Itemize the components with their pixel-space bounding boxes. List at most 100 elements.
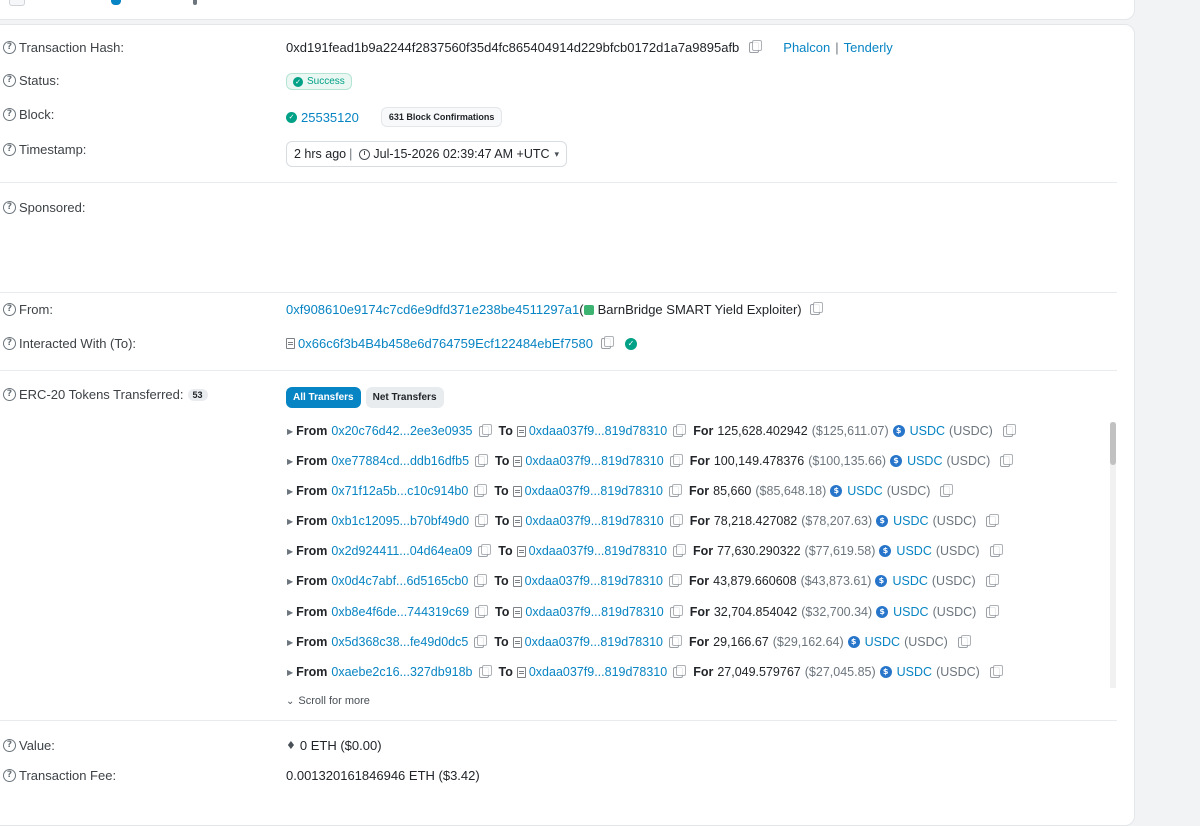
help-icon[interactable]: ?	[3, 201, 16, 214]
copy-icon[interactable]	[809, 302, 823, 315]
transfer-from-link[interactable]: 0xe77884cd...ddb16dfb5	[331, 454, 469, 468]
token-link[interactable]: USDC	[897, 665, 932, 679]
transfer-row: ▶ From 0xaebe2c16...327db918b To 0xdaa037f9.…	[287, 664, 1006, 679]
help-icon[interactable]: ?	[3, 108, 16, 121]
tab-all-transfers[interactable]: All Transfers	[286, 387, 361, 408]
copy-icon[interactable]	[669, 453, 683, 467]
expand-caret-icon[interactable]: ▶	[287, 668, 293, 677]
contract-file-icon	[516, 425, 526, 437]
copy-icon[interactable]	[673, 423, 687, 437]
copy-icon[interactable]	[478, 664, 492, 678]
tx-hash-value[interactable]: 0xd191fead1b9a2244f2837560f35d4fc8654049…	[286, 40, 739, 55]
transfer-to-link[interactable]: 0xdaa037f9...819d78310	[525, 605, 663, 619]
transfer-to-link[interactable]: 0xdaa037f9...819d78310	[525, 514, 663, 528]
tenderly-link[interactable]: Tenderly	[844, 40, 893, 55]
copy-icon[interactable]	[669, 634, 682, 648]
token-link[interactable]: USDC	[847, 484, 882, 498]
phalcon-link[interactable]: Phalcon	[783, 40, 830, 55]
status-value-wrap: ✓ Success	[286, 73, 352, 90]
copy-icon[interactable]	[474, 573, 488, 587]
copy-icon[interactable]	[478, 543, 492, 557]
transfer-to-link[interactable]: 0xdaa037f9...819d78310	[525, 574, 663, 588]
token-symbol: (USDC)	[949, 424, 993, 438]
expand-caret-icon[interactable]: ▶	[287, 427, 293, 436]
transfer-from-link[interactable]: 0xaebe2c16...327db918b	[331, 665, 472, 679]
copy-icon[interactable]	[474, 634, 488, 648]
copy-icon[interactable]	[986, 513, 1000, 527]
token-link[interactable]: USDC	[865, 635, 900, 649]
block-label: Block:	[19, 107, 55, 122]
expand-caret-icon[interactable]: ▶	[287, 487, 293, 496]
transfer-from-link[interactable]: 0x2d924411...04d64ea09	[331, 544, 472, 558]
copy-icon[interactable]	[669, 483, 682, 497]
expand-caret-icon[interactable]: ▶	[287, 457, 293, 466]
transfer-usd: ($43,873.61)	[800, 574, 872, 588]
copy-icon[interactable]	[669, 573, 682, 587]
copy-icon[interactable]	[669, 513, 683, 527]
copy-icon[interactable]	[600, 336, 614, 349]
transfer-to-link[interactable]: 0xdaa037f9...819d78310	[525, 454, 663, 468]
copy-icon[interactable]	[475, 513, 489, 527]
copy-icon[interactable]	[940, 483, 954, 497]
help-icon[interactable]: ?	[3, 739, 16, 752]
help-icon[interactable]: ?	[3, 41, 16, 54]
divider	[0, 292, 1117, 293]
to-word: To	[494, 635, 509, 649]
help-icon[interactable]: ?	[3, 74, 16, 87]
token-link[interactable]: USDC	[896, 544, 931, 558]
transfer-from-link[interactable]: 0x20c76d42...2ee3e0935	[331, 424, 472, 438]
copy-icon[interactable]	[672, 543, 686, 557]
token-link[interactable]: USDC	[893, 514, 928, 528]
copy-icon[interactable]	[475, 604, 489, 618]
transfer-from-link[interactable]: 0xb8e4f6de...744319c69	[331, 605, 469, 619]
copy-icon[interactable]	[1000, 453, 1014, 467]
copy-icon[interactable]	[478, 423, 492, 437]
copy-icon[interactable]	[986, 604, 1000, 618]
block-number-link[interactable]: 25535120	[301, 110, 359, 125]
copy-icon[interactable]	[673, 664, 687, 678]
copy-icon[interactable]	[475, 453, 489, 467]
copy-icon[interactable]	[957, 634, 971, 648]
help-icon[interactable]: ?	[3, 337, 16, 350]
timestamp-dropdown[interactable]: 2 hrs ago | Jul-15-2026 02:39:47 AM +UTC…	[286, 141, 568, 167]
copy-icon[interactable]	[474, 483, 488, 497]
scrollbar-thumb[interactable]	[1110, 422, 1116, 465]
transfer-to-link[interactable]: 0xdaa037f9...819d78310	[529, 424, 667, 438]
scroll-more-hint[interactable]: ⌄ Scroll for more	[286, 691, 370, 711]
timestamp-ago: 2 hrs ago	[294, 147, 347, 161]
expand-caret-icon[interactable]: ▶	[287, 517, 293, 526]
transfer-to-link[interactable]: 0xdaa037f9...819d78310	[529, 665, 667, 679]
help-icon[interactable]: ?	[3, 303, 16, 316]
copy-icon[interactable]	[1002, 423, 1016, 437]
tab-net-transfers[interactable]: Net Transfers	[365, 387, 444, 408]
expand-caret-icon[interactable]: ▶	[287, 547, 293, 556]
copy-icon[interactable]	[749, 40, 763, 53]
transfer-from-link[interactable]: 0x5d368c38...fe49d0dc5	[331, 635, 468, 649]
expand-caret-icon[interactable]: ▶	[287, 577, 293, 586]
expand-caret-icon[interactable]: ▶	[287, 608, 293, 617]
help-icon[interactable]: ?	[3, 143, 16, 156]
transfer-from-link[interactable]: 0xb1c12095...b70bf49d0	[331, 514, 469, 528]
to-address-link[interactable]: 0x66c6f3b4B4b458e6d764759Ecf122484ebEf75…	[298, 336, 593, 351]
token-link[interactable]: USDC	[893, 605, 928, 619]
expand-caret-icon[interactable]: ▶	[287, 638, 293, 647]
token-link[interactable]: USDC	[892, 574, 927, 588]
link-separator: |	[835, 40, 839, 55]
token-link[interactable]: USDC	[910, 424, 945, 438]
interacted-label: Interacted With (To):	[19, 336, 137, 351]
copy-icon[interactable]	[669, 604, 683, 618]
transfers-scrollbar[interactable]	[1110, 422, 1116, 688]
from-address-link[interactable]: 0xf908610e9174c7cd6e9dfd371e238be4511297…	[286, 302, 579, 317]
transfer-from-link[interactable]: 0x0d4c7abf...6d5165cb0	[331, 574, 468, 588]
usdc-token-icon: $	[847, 636, 860, 648]
token-link[interactable]: USDC	[907, 454, 942, 468]
copy-icon[interactable]	[989, 543, 1003, 557]
transfer-to-link[interactable]: 0xdaa037f9...819d78310	[529, 544, 667, 558]
transfer-to-link[interactable]: 0xdaa037f9...819d78310	[525, 484, 663, 498]
copy-icon[interactable]	[989, 664, 1003, 678]
transfer-amount: 29,166.67	[713, 635, 769, 649]
transfer-to-link[interactable]: 0xdaa037f9...819d78310	[525, 635, 663, 649]
transfer-from-link[interactable]: 0x71f12a5b...c10c914b0	[331, 484, 468, 498]
copy-icon[interactable]	[985, 573, 999, 587]
help-icon[interactable]: ?	[3, 388, 16, 401]
